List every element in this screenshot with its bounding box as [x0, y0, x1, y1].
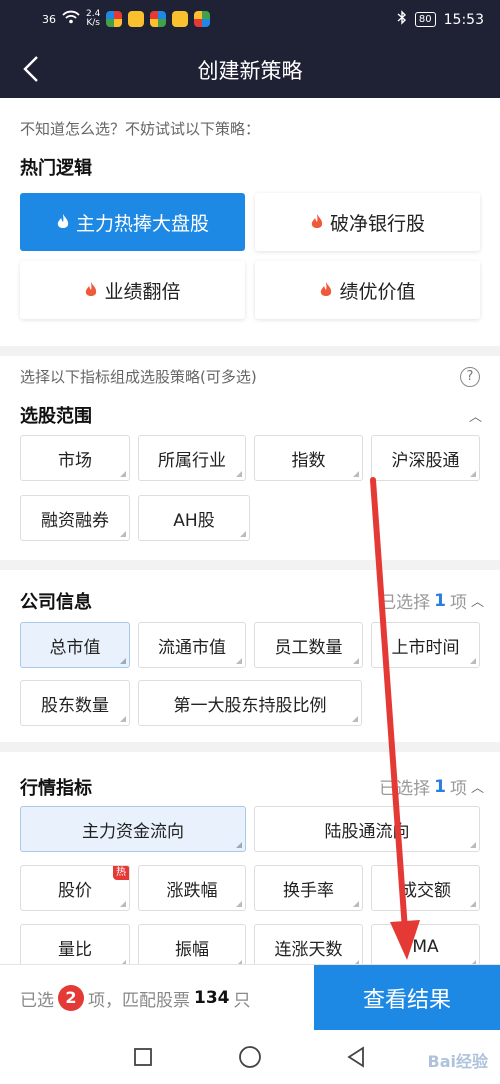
signal-strength: 36	[42, 12, 56, 26]
chip-index[interactable]: 指数	[254, 435, 363, 481]
battery-level: 80	[414, 12, 436, 27]
chip-stock-connect[interactable]: 沪深股通	[371, 435, 480, 481]
flame-icon	[311, 214, 323, 228]
strategy-card-quality-value[interactable]: 绩优价值	[255, 261, 480, 319]
view-results-button[interactable]: 查看结果	[314, 965, 500, 1031]
indicator-hint: 选择以下指标组成选股策略(可多选)	[20, 368, 257, 386]
chip-turnover-rate[interactable]: 换手率	[254, 865, 363, 911]
strategy-card-label: 绩优价值	[339, 280, 416, 303]
selection-summary: 已选 2 项，匹配股票 134 只	[20, 985, 251, 1011]
system-nav-bar: Bai经验	[0, 1030, 500, 1084]
selected-number: 1	[434, 776, 446, 797]
clock: 15:53	[443, 11, 484, 28]
selected-prefix: 已选择	[379, 779, 431, 799]
chip-price-label: 股价	[58, 880, 92, 901]
chip-total-market-cap[interactable]: 总市值	[20, 622, 130, 668]
matched-unit: 只	[233, 990, 251, 1011]
app-icon-2	[128, 11, 145, 27]
strategy-hint: 不知道怎么选？不妨试试以下策略：	[20, 120, 261, 138]
chip-turnover-amount[interactable]: 成交额	[371, 865, 480, 911]
status-bar: 36 2.4 K/s 80 15:53	[0, 0, 500, 40]
strategy-card-main-force[interactable]: 主力热捧大盘股	[20, 193, 245, 251]
chip-float-market-cap[interactable]: 流通市值	[138, 622, 246, 668]
app-icon-4	[172, 11, 189, 27]
app-header: 创建新策略	[0, 40, 500, 98]
market-selected-count[interactable]: 已选择 1 项 ︿	[379, 774, 484, 800]
strategy-card-label: 主力热捧大盘股	[75, 212, 209, 235]
baidu-jingyan-watermark: Bai经验	[427, 1052, 488, 1071]
company-info-title: 公司信息	[20, 592, 92, 613]
flame-icon	[86, 282, 97, 296]
wifi-icon	[62, 10, 80, 28]
selected-number: 1	[434, 590, 446, 611]
chip-market[interactable]: 市场	[20, 435, 130, 481]
flame-icon	[321, 282, 332, 296]
hot-strategy-section: 不知道怎么选？不妨试试以下策略： 热门逻辑 主力热捧大盘股 破净银行股 业绩翻倍…	[0, 98, 500, 346]
help-icon[interactable]: ?	[460, 367, 480, 387]
strategy-card-label: 破净银行股	[329, 212, 425, 235]
market-indicator-section: 行情指标 已选择 1 项 ︿ 主力资金流向 陆股通流向 股价 热 涨跌幅 换手率…	[0, 752, 500, 970]
recent-apps-button[interactable]	[130, 1044, 156, 1070]
flame-icon	[57, 214, 69, 228]
scope-title: 选股范围	[20, 406, 92, 427]
company-info-section: 公司信息 已选择 1 项 ︿ 总市值 流通市值 员工数量 上市时间 股东数量 第…	[0, 570, 500, 742]
chevron-up-icon[interactable]: ︿	[469, 406, 482, 425]
page-title: 创建新策略	[197, 59, 303, 83]
chevron-up-icon: ︿	[470, 595, 484, 610]
circle-icon	[239, 1046, 261, 1068]
summary-prefix: 已选	[20, 990, 54, 1011]
app-icon-3	[150, 11, 167, 27]
chip-industry[interactable]: 所属行业	[138, 435, 246, 481]
hot-logic-title: 热门逻辑	[20, 158, 92, 179]
back-nav-button[interactable]	[343, 1044, 369, 1070]
chip-listing-date[interactable]: 上市时间	[371, 622, 480, 668]
chip-top-shareholder-ratio[interactable]: 第一大股东持股比例	[138, 680, 362, 726]
strategy-card-pb-bank[interactable]: 破净银行股	[255, 193, 480, 251]
chip-employee-count[interactable]: 员工数量	[254, 622, 363, 668]
chip-margin-trading[interactable]: 融资融券	[20, 495, 130, 541]
scope-section: 选择以下指标组成选股策略(可多选) ? 选股范围 ︿ 市场 所属行业 指数 沪深…	[0, 356, 500, 560]
strategy-card-label: 业绩翻倍	[104, 280, 181, 303]
matched-stock-count: 134	[194, 988, 230, 1008]
selected-suffix: 项	[449, 593, 467, 613]
bluetooth-icon	[397, 10, 407, 29]
strategy-card-earnings-double[interactable]: 业绩翻倍	[20, 261, 245, 319]
chip-change-pct[interactable]: 涨跌幅	[138, 865, 246, 911]
app-icon-1	[106, 11, 123, 27]
selected-suffix: 项	[449, 779, 467, 799]
market-indicator-title: 行情指标	[20, 778, 92, 799]
home-button[interactable]	[237, 1044, 263, 1070]
square-icon	[134, 1048, 152, 1066]
chevron-up-icon: ︿	[470, 781, 484, 796]
selected-prefix: 已选择	[379, 593, 431, 613]
selected-count-badge: 2	[58, 985, 84, 1011]
chip-northbound-flow[interactable]: 陆股通流向	[254, 806, 480, 852]
chip-ah-shares[interactable]: AH股	[138, 495, 250, 541]
hot-badge: 热	[113, 866, 129, 880]
bottom-action-bar: 已选 2 项，匹配股票 134 只 查看结果	[0, 964, 500, 1031]
chip-main-fund-flow[interactable]: 主力资金流向	[20, 806, 246, 852]
app-icon-5	[194, 11, 211, 27]
chip-price[interactable]: 股价 热	[20, 865, 130, 911]
network-speed: 2.4 K/s	[86, 9, 101, 28]
chip-shareholder-count[interactable]: 股东数量	[20, 680, 130, 726]
summary-middle: 项，匹配股票	[88, 990, 190, 1011]
company-selected-count[interactable]: 已选择 1 项 ︿	[379, 588, 484, 614]
triangle-back-icon	[347, 1046, 364, 1068]
